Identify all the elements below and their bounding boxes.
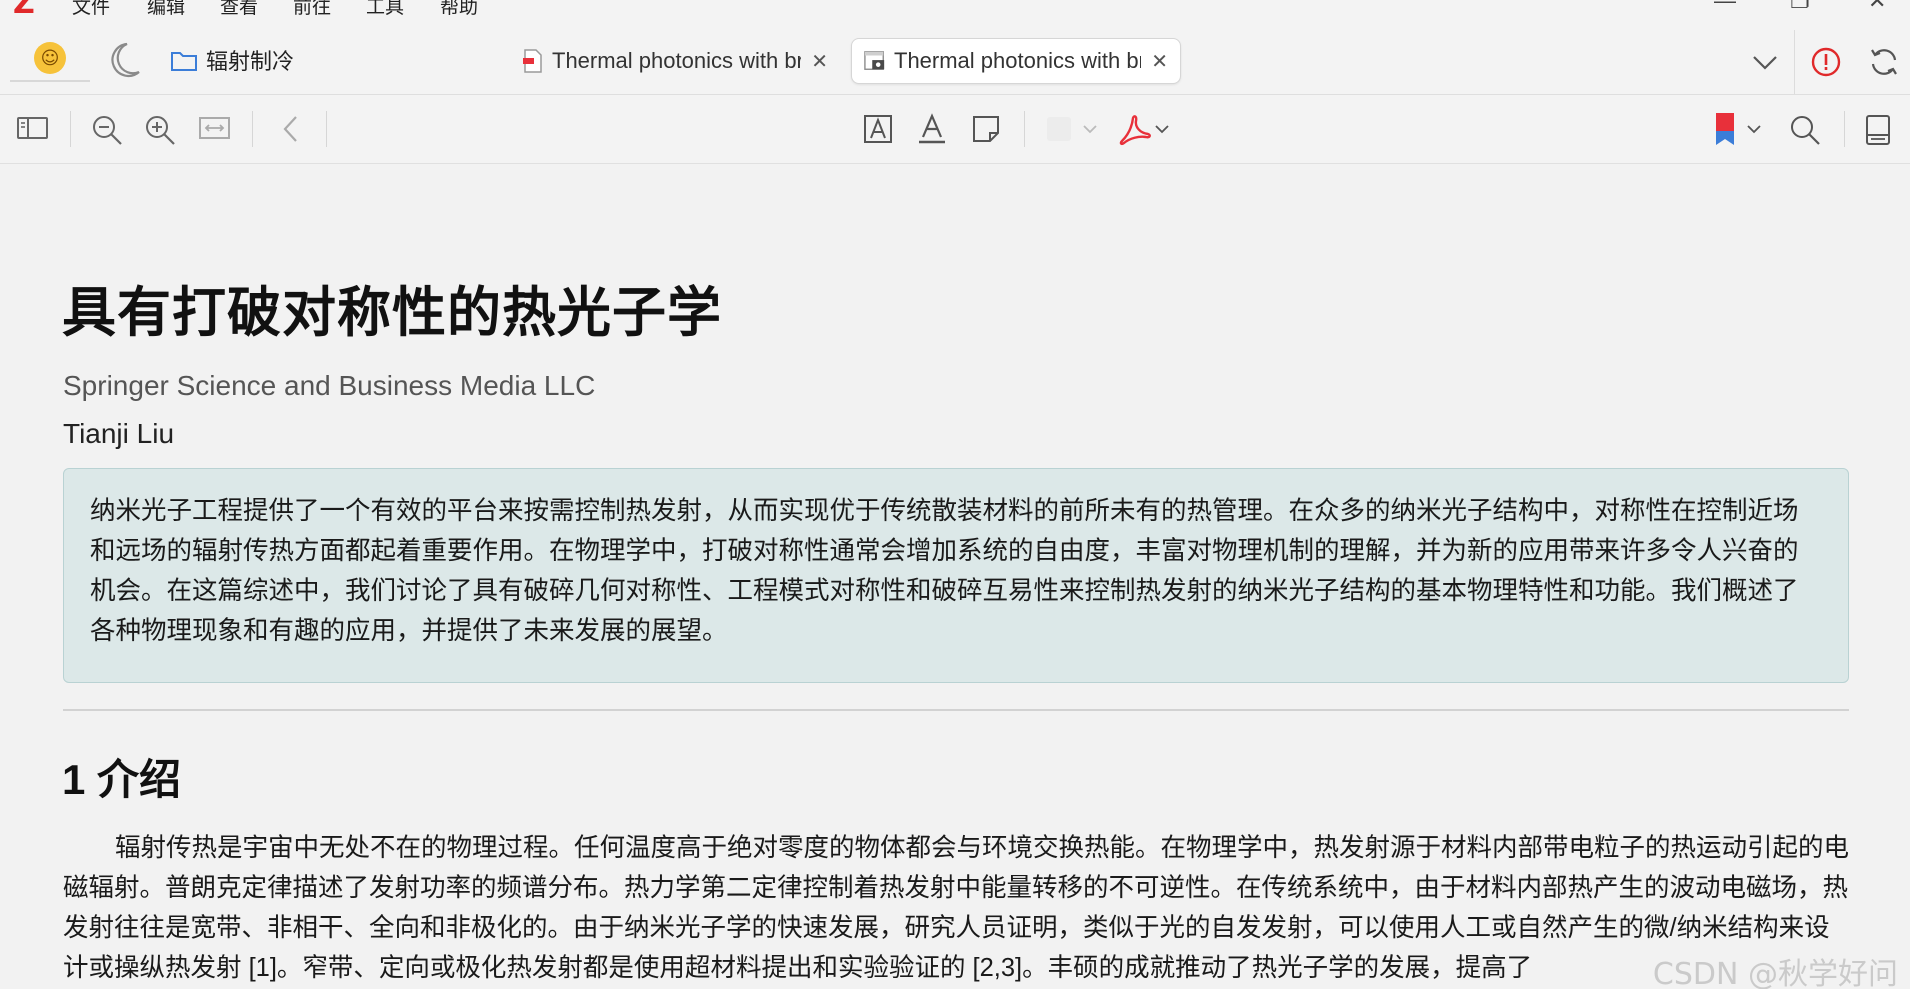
close-tab-icon[interactable]: ✕ [811,49,828,74]
sync-icon[interactable] [1868,46,1900,78]
tab-pdf[interactable]: Thermal photonics with broken symmetries… [510,38,840,84]
close-window-button[interactable]: ✕ [1868,0,1886,14]
acrobat-icon[interactable] [1118,113,1152,147]
bookmark-icon[interactable] [1714,111,1736,147]
app-logo: Z [13,0,35,21]
chevron-down-icon[interactable] [1154,123,1170,135]
divider [1844,111,1845,147]
body-paragraph: 辐射传热是宇宙中无处不在的物理过程。任何温度高于绝对零度的物体都会与环境交换热能… [63,834,1850,982]
menu-bar: Z 文件 编辑 查看 前往 工具 帮助 — ❐ ✕ [0,0,1910,30]
divider [252,111,253,147]
chevron-down-icon[interactable] [1750,50,1780,74]
document-view: 具有打破对称性的热光子学 Springer Science and Busine… [0,164,1910,989]
back-arrow-icon[interactable] [278,113,302,145]
color-picker-swatch[interactable] [1047,117,1071,141]
collection-button[interactable]: 辐射制冷 [170,44,294,76]
tab-bar: ☺ 辐射制冷 Thermal photonics with broken sym… [0,30,1910,95]
text-box-icon[interactable] [862,113,894,145]
maximize-button[interactable]: ❐ [1790,0,1810,14]
menu-edit[interactable]: 编辑 [147,0,185,19]
note-icon[interactable] [970,113,1002,145]
chevron-down-icon[interactable] [1082,123,1098,135]
smiley-icon: ☺ [34,42,66,74]
watermark: CSDN @秋学好问 [1652,957,1898,989]
document-publisher: Springer Science and Business Media LLC [63,370,596,401]
zoom-in-icon[interactable] [143,113,177,147]
divider [63,709,1849,711]
menu-view[interactable]: 查看 [220,0,258,19]
highlight-text-icon[interactable] [916,113,948,145]
snapshot-icon [864,51,885,70]
document-title: 具有打破对称性的热光子学 [62,283,722,343]
sync-error-icon[interactable] [1810,46,1842,78]
reader-toolbar [0,95,1910,164]
close-tab-icon[interactable]: ✕ [1151,49,1168,74]
sidebar-toggle-icon[interactable] [16,113,50,143]
zoom-out-icon[interactable] [90,113,124,147]
tab-title: Thermal photonics with broken symmetries [552,48,802,73]
collection-label: 辐射制冷 [206,49,295,74]
menu-tools[interactable]: 工具 [366,0,404,19]
divider [1024,111,1025,147]
menu-help[interactable]: 帮助 [440,0,478,19]
abstract-box: 纳米光子工程提供了一个有效的平台来按需控制热发射，从而实现优于传统散装材料的前所… [63,468,1849,683]
divider [70,111,71,147]
chevron-down-icon[interactable] [1746,123,1762,135]
section-heading: 1 介绍 [62,756,182,803]
minimize-button[interactable]: — [1714,0,1736,14]
dark-mode-moon-icon[interactable] [103,38,143,82]
document-author: Tianji Liu [63,418,175,449]
search-icon[interactable] [1788,113,1822,147]
divider [326,111,327,147]
divider [1794,30,1795,94]
menu-file[interactable]: 文件 [72,0,110,19]
folder-icon [171,52,197,71]
context-pane-icon[interactable] [1864,113,1892,147]
fit-width-icon[interactable] [198,113,232,143]
emoji-button[interactable]: ☺ [10,40,90,82]
tab-snapshot[interactable]: Thermal photonics with broken symmetries… [851,38,1181,84]
pdf-file-icon [523,49,542,73]
menu-go[interactable]: 前往 [293,0,331,19]
tab-title: Thermal photonics with broken symmetries [894,48,1141,73]
